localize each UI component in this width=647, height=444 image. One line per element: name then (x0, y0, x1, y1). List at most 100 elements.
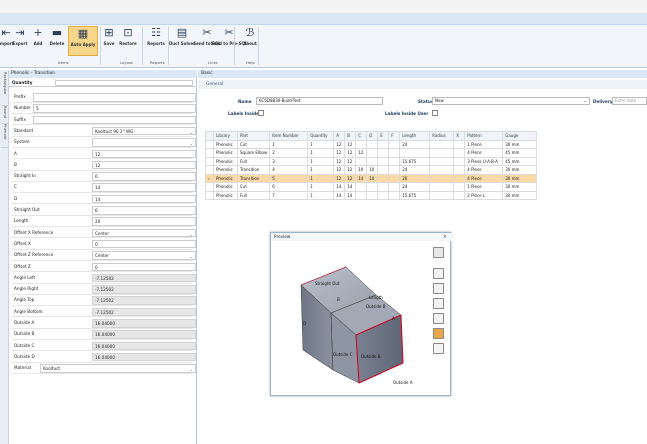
table-cell[interactable] (429, 190, 455, 200)
save-layout-button[interactable]: ⊞ Save (102, 26, 116, 56)
table-cell[interactable]: Phenolic (213, 156, 238, 166)
table-cell[interactable]: 4 (269, 165, 309, 175)
column-header[interactable]: X (453, 131, 466, 141)
table-cell[interactable] (377, 139, 390, 149)
table-cell[interactable]: 30 mm (502, 165, 538, 175)
table-cell[interactable] (429, 156, 455, 166)
about-button[interactable]: ℬ About (242, 26, 258, 56)
table-cell[interactable]: 12 (344, 165, 357, 175)
row-indicator[interactable] (205, 139, 214, 149)
table-row[interactable]: › Phenolic Transition 5 1 12 12 14 14 20 4 Piece 30… (205, 173, 538, 183)
table-cell[interactable]: 20 (399, 173, 431, 183)
table-cell[interactable]: 4 Piece (464, 165, 504, 175)
tab-phenolic[interactable]: Phenolic (1, 124, 8, 148)
tab-rectangular[interactable]: Rectangular (1, 72, 8, 106)
property-dropdown[interactable]: Kooltuct 96 2" WG ⌄ (92, 126, 196, 136)
table-cell[interactable]: 12 (344, 156, 357, 166)
table-row[interactable]: Phenolic Square Elbow 2 1 12 12 12 4 Piece 45 mm (205, 148, 538, 158)
table-cell[interactable]: Phenolic (213, 190, 238, 200)
table-cell[interactable]: 12 (333, 165, 346, 175)
table-cell[interactable]: Phenolic (213, 182, 238, 192)
table-cell[interactable]: 45 mm (502, 148, 538, 158)
table-cell[interactable] (366, 139, 379, 149)
property-input[interactable] (33, 115, 196, 125)
table-cell[interactable]: 14 (355, 173, 368, 183)
table-cell[interactable]: Full (236, 156, 271, 166)
table-cell[interactable]: Cut (236, 139, 271, 149)
table-cell[interactable]: 24 (399, 165, 431, 175)
table-row[interactable]: Phenolic Cut 6 1 14 14 24 1 Piece 30 mm (205, 182, 538, 192)
wireframe-icon[interactable] (433, 343, 444, 354)
table-cell[interactable] (453, 139, 466, 149)
view-top-icon[interactable] (433, 283, 444, 294)
table-cell[interactable] (453, 165, 466, 175)
property-input[interactable]: 6 (92, 172, 196, 181)
table-cell[interactable] (388, 165, 401, 175)
table-cell[interactable]: 7 (269, 190, 309, 200)
table-cell[interactable] (366, 148, 379, 158)
table-cell[interactable] (429, 165, 455, 175)
table-cell[interactable]: 30 mm (502, 139, 538, 149)
table-cell[interactable]: Phenolic (213, 173, 238, 183)
property-input[interactable]: 14 (92, 194, 196, 204)
table-cell[interactable]: 14 (333, 190, 346, 200)
table-cell[interactable]: 1 (307, 148, 335, 158)
delivery-date-input[interactable]: Enter date (612, 97, 647, 105)
column-header[interactable]: A (333, 131, 346, 141)
column-header[interactable]: Library (213, 131, 238, 141)
table-cell[interactable]: 12 (344, 173, 357, 183)
property-input[interactable]: 0 (92, 262, 196, 271)
table-cell[interactable] (366, 182, 379, 192)
row-indicator[interactable] (205, 156, 214, 166)
property-input[interactable]: 20 (92, 217, 196, 226)
table-cell[interactable]: 14 (333, 182, 346, 192)
table-row[interactable]: Phenolic Full 3 1 12 12 15.675 3 Piece U-A-B-A 4… (205, 156, 538, 166)
table-cell[interactable]: 12 (355, 148, 368, 158)
table-cell[interactable]: 1 (307, 156, 335, 166)
table-cell[interactable]: 24 (399, 182, 431, 192)
auto-apply-button[interactable]: ▦ Auto Apply (68, 26, 98, 56)
column-header[interactable]: Quantity (307, 131, 335, 141)
table-cell[interactable]: Phenolic (213, 165, 238, 175)
table-cell[interactable] (366, 156, 379, 166)
table-cell[interactable]: Transition (236, 165, 271, 175)
table-cell[interactable]: 12 (333, 148, 346, 158)
table-cell[interactable] (355, 190, 368, 200)
table-cell[interactable]: 4 Piece (464, 148, 504, 158)
column-header[interactable]: C (355, 131, 368, 141)
row-indicator[interactable]: › (205, 173, 214, 183)
table-cell[interactable] (429, 173, 455, 183)
general-section[interactable]: General (198, 80, 647, 89)
table-cell[interactable]: 2 (269, 148, 309, 158)
view-front-icon[interactable] (433, 298, 444, 309)
row-indicator[interactable] (205, 165, 214, 175)
table-cell[interactable] (453, 173, 466, 183)
table-cell[interactable] (388, 156, 401, 166)
table-cell[interactable]: 12 (344, 139, 357, 149)
table-cell[interactable]: 30 mm (502, 173, 538, 183)
property-input[interactable]: 5 (33, 104, 196, 113)
table-cell[interactable]: 1 (269, 139, 309, 149)
table-cell[interactable]: 12 (344, 148, 357, 158)
table-cell[interactable] (388, 182, 401, 192)
quantity-input[interactable] (55, 80, 193, 86)
table-cell[interactable] (388, 148, 401, 158)
delete-button[interactable]: ▬ Delete (48, 26, 66, 56)
view-iso-icon[interactable] (433, 268, 444, 279)
table-cell[interactable] (377, 156, 390, 166)
property-dropdown[interactable]: Center ⌄ (92, 228, 196, 238)
table-cell[interactable]: 1 Piece (464, 139, 504, 149)
property-input[interactable]: 14 (92, 183, 196, 192)
table-cell[interactable]: 12 (333, 139, 346, 149)
table-cell[interactable] (377, 190, 390, 200)
table-cell[interactable]: 30 mm (502, 182, 538, 192)
column-header[interactable]: Length (399, 131, 431, 141)
view-cube-icon[interactable] (433, 247, 444, 258)
table-cell[interactable]: 6 (269, 182, 309, 192)
column-header[interactable]: E (377, 131, 390, 141)
status-dropdown[interactable]: New ⌄ (432, 97, 590, 105)
property-input[interactable]: 12 (92, 149, 196, 158)
table-cell[interactable] (429, 148, 455, 158)
table-cell[interactable]: 10 (355, 165, 368, 175)
table-cell[interactable]: 15.675 (399, 156, 431, 166)
